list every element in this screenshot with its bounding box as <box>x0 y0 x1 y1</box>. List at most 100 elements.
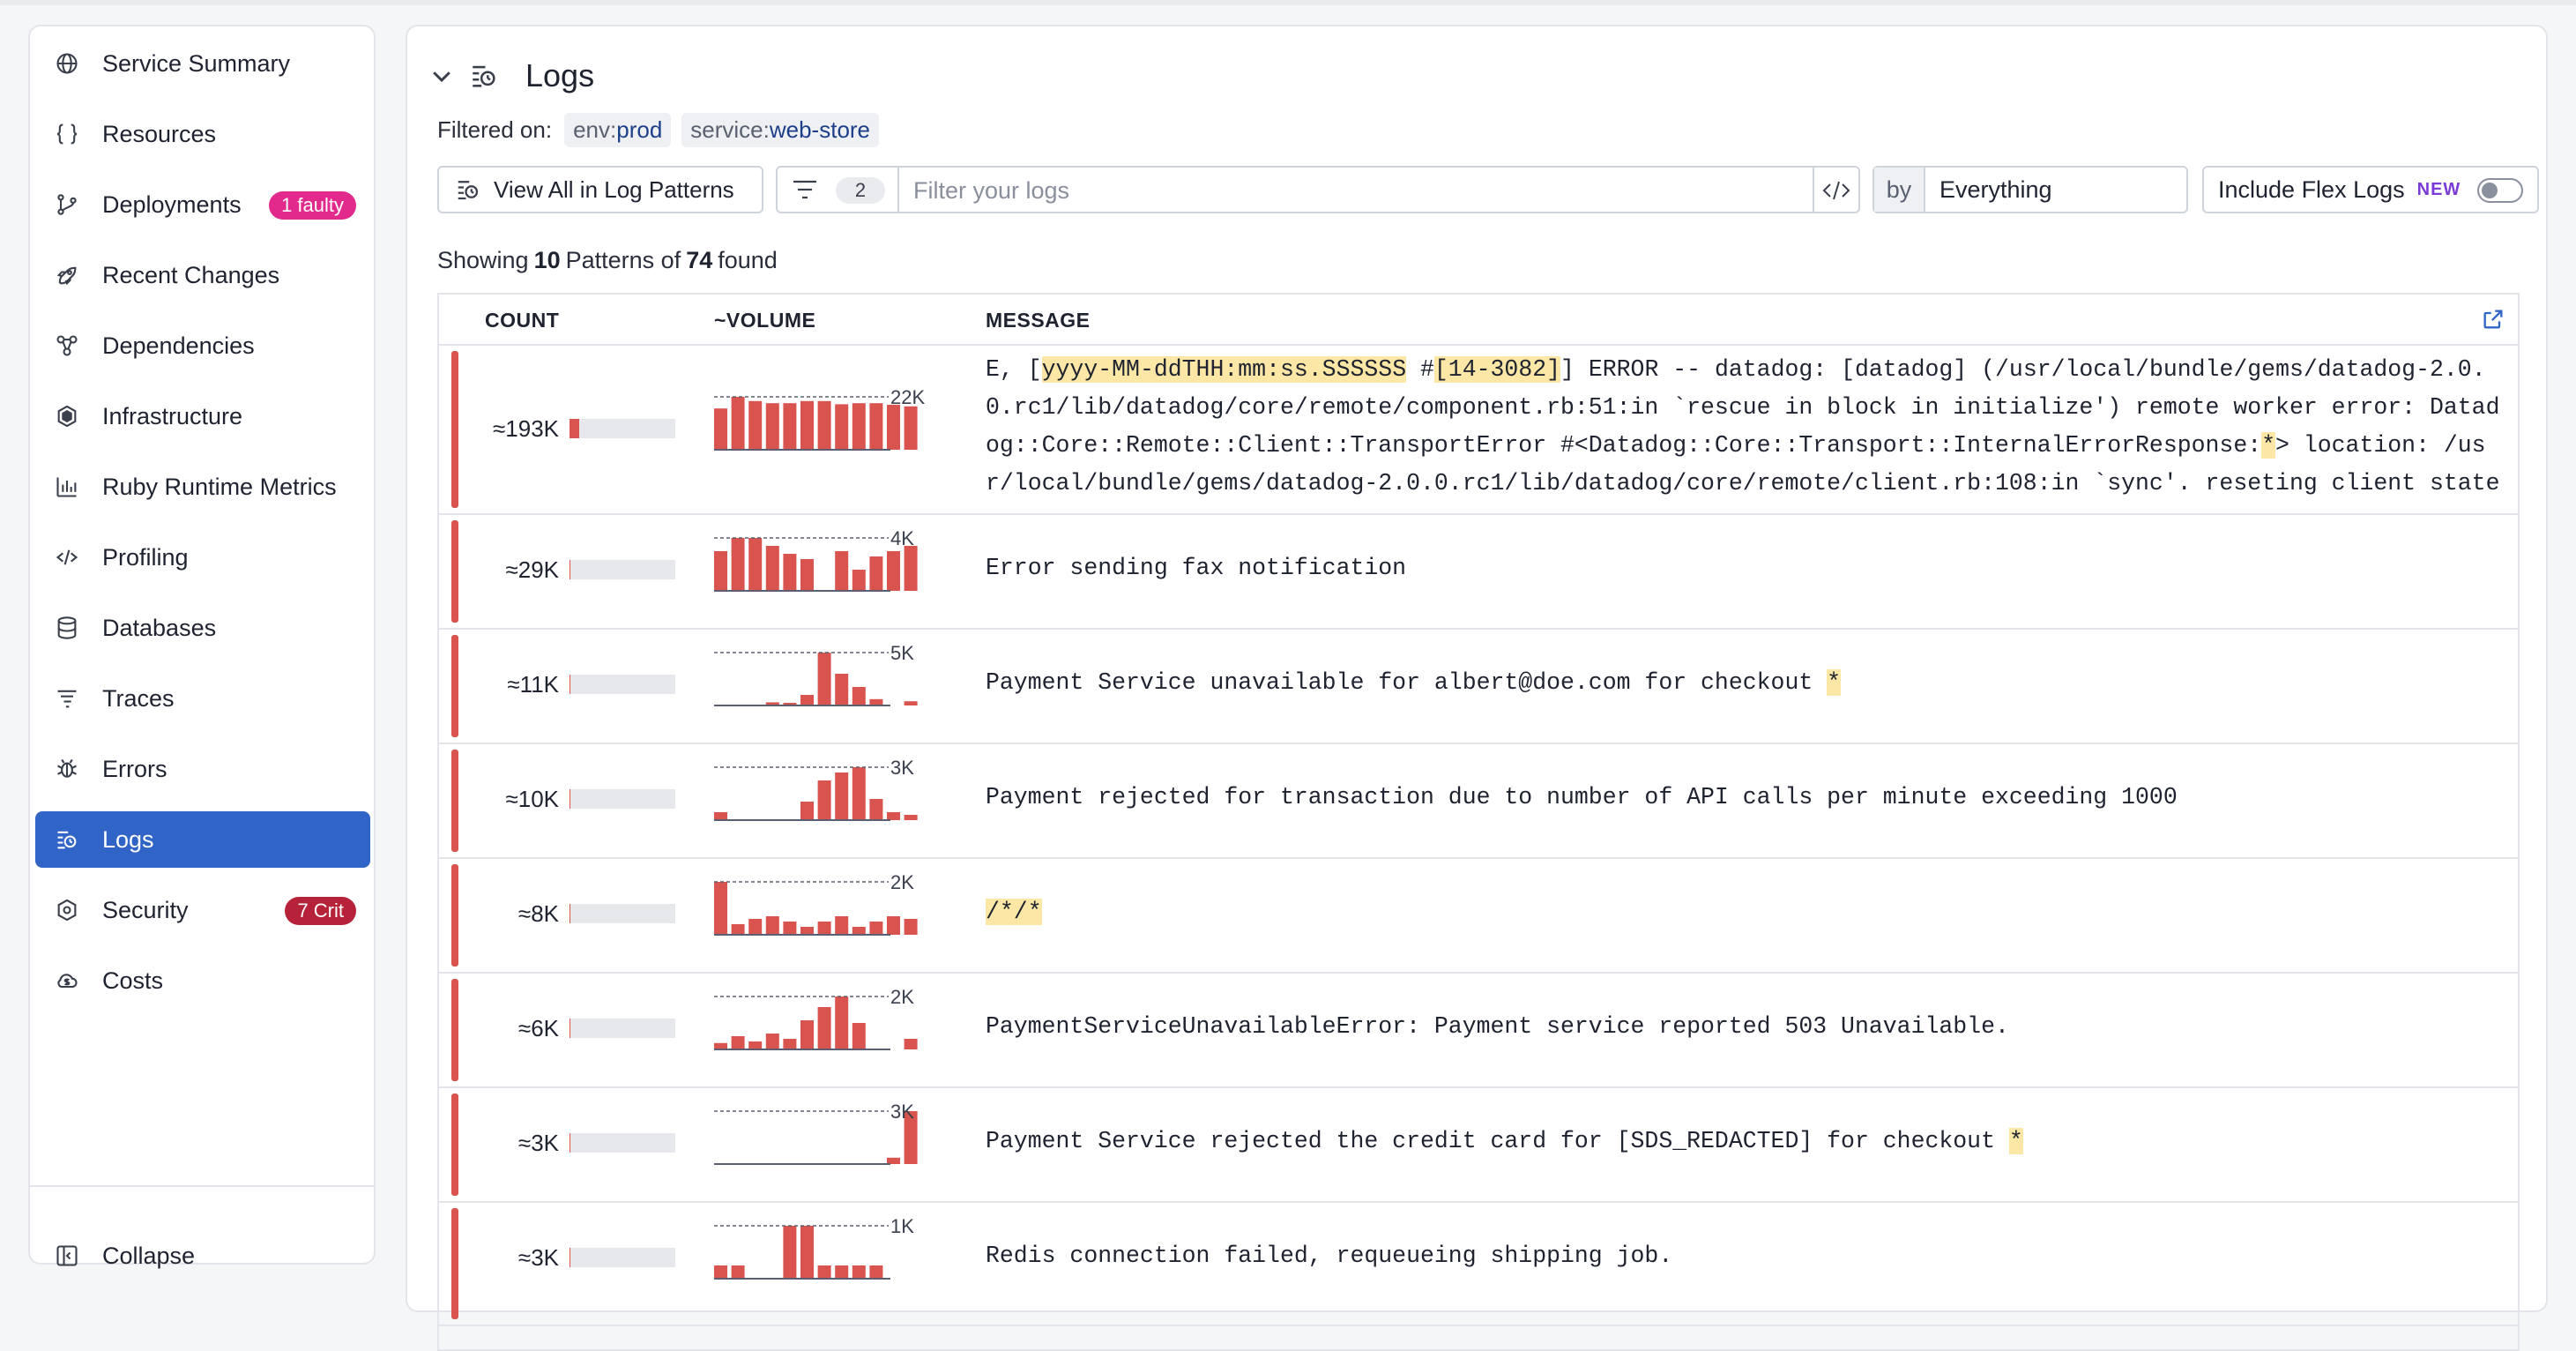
volume-sparkline[interactable]: 22K <box>714 384 952 455</box>
log-message[interactable]: Payment Service rejected the credit card… <box>986 1128 2023 1154</box>
volume-sparkline[interactable]: 2K <box>714 984 952 1055</box>
count-bar <box>570 904 675 923</box>
table-row[interactable]: ≈3K 1K Redis connection failed, requeueing… <box>439 1201 2518 1326</box>
sparkline-max-label: 4K <box>890 527 914 549</box>
volume-sparkline[interactable]: 5K <box>714 640 952 711</box>
sidebar-item-label: Dependencies <box>102 332 255 359</box>
count-bar <box>570 1019 675 1038</box>
log-search-bar: 2 <box>776 166 1860 213</box>
sidebar-item-costs[interactable]: Costs <box>35 952 370 1009</box>
count-bar <box>570 789 675 809</box>
volume-sparkline[interactable]: 2K <box>714 870 952 940</box>
pattern-count: ≈29K <box>505 556 559 583</box>
column-header-count[interactable]: COUNT <box>485 309 559 332</box>
sidebar-item-dependencies[interactable]: Dependencies <box>35 317 370 374</box>
sidebar-item-deployments[interactable]: Deployments 1 faulty <box>35 176 370 233</box>
volume-bar <box>869 1265 883 1279</box>
security-crit-badge: 7 Crit <box>285 897 356 925</box>
table-row[interactable]: ≈6K 2K PaymentServiceUnavailableError: Pay… <box>439 972 2518 1088</box>
volume-bar <box>835 1265 849 1279</box>
sidebar-item-databases[interactable]: Databases <box>35 600 370 656</box>
log-message[interactable]: Payment rejected for transaction due to … <box>986 784 2178 810</box>
table-row[interactable]: ≈10K 3K Payment rejected for transaction d… <box>439 743 2518 859</box>
flex-logs-toggle[interactable] <box>2477 178 2523 203</box>
sidebar: Service Summary Resources Deployments 1 fau… <box>28 25 376 1269</box>
chevron-down-icon[interactable] <box>428 63 455 89</box>
filter-chip-key: service: <box>690 116 770 143</box>
top-band <box>0 0 2576 5</box>
log-message[interactable]: Error sending fax notification <box>986 555 1406 581</box>
filter-icon[interactable] <box>792 178 818 201</box>
sidebar-item-security[interactable]: Security 7 Crit <box>35 882 370 938</box>
volume-bar <box>800 1020 814 1049</box>
volume-bar <box>714 1042 727 1049</box>
volume-sparkline[interactable]: 4K <box>714 526 952 596</box>
cloud-cost-icon <box>55 968 79 993</box>
pattern-wildcard: [14-3082] <box>1433 356 1561 383</box>
volume-bar <box>869 698 883 705</box>
column-header-message[interactable]: MESSAGE <box>986 309 1091 332</box>
log-message[interactable]: Payment Service unavailable for albert@d… <box>986 669 1842 696</box>
filter-chip-env[interactable]: env:prod <box>564 113 672 147</box>
column-header-volume[interactable]: ~VOLUME <box>714 309 815 332</box>
volume-bar <box>852 767 866 820</box>
view-log-patterns-button[interactable]: View All in Log Patterns <box>437 166 763 213</box>
filter-chip-key: env: <box>573 116 617 143</box>
volume-sparkline[interactable]: 3K <box>714 755 952 825</box>
sidebar-item-errors[interactable]: Errors <box>35 741 370 797</box>
volume-bar <box>748 400 763 450</box>
collapse-icon <box>55 1243 79 1268</box>
table-row[interactable]: ≈8K 2K /*/* <box>439 857 2518 974</box>
log-search-input[interactable] <box>912 173 1709 208</box>
volume-bar <box>800 927 814 935</box>
sidebar-item-label: Security <box>102 896 189 923</box>
log-message[interactable]: Redis connection failed, requeueing ship… <box>986 1243 1672 1269</box>
sidebar-item-infrastructure[interactable]: Infrastructure <box>35 388 370 444</box>
sidebar-item-profiling[interactable]: Profiling <box>35 529 370 586</box>
volume-bar <box>817 1007 831 1049</box>
table-header: COUNT ~VOLUME MESSAGE <box>439 295 2518 346</box>
pattern-count: ≈3K <box>517 1244 559 1271</box>
table-row[interactable]: ≈11K 5K Payment Service unavailable for al… <box>439 628 2518 744</box>
volume-bar <box>852 570 866 591</box>
table-row[interactable]: ≈29K 4K Error sending fax notification <box>439 513 2518 630</box>
sidebar-item-logs[interactable]: Logs <box>35 811 370 868</box>
volume-bar <box>852 1265 866 1279</box>
sidebar-item-service-summary[interactable]: Service Summary <box>35 35 370 92</box>
table-row[interactable]: ≈193K 22K E, [yyyy-MM-ddTHH:mm:ss.SSSSSS #… <box>439 344 2518 515</box>
filter-count-badge[interactable]: 2 <box>836 177 885 204</box>
message-text: E, [ <box>986 356 1042 383</box>
log-message[interactable]: E, [yyyy-MM-ddTHH:mm:ss.SSSSSS #[14-3082… <box>986 351 2502 503</box>
code-icon[interactable] <box>1821 178 1851 203</box>
code-icon <box>55 545 79 570</box>
external-link-icon[interactable] <box>2481 307 2505 332</box>
include-flex-logs-control[interactable]: Include Flex Logs NEW <box>2202 166 2539 213</box>
collapse-button[interactable]: Collapse <box>35 1231 195 1280</box>
volume-bar <box>800 559 814 591</box>
volume-bar <box>714 812 727 820</box>
volume-sparkline[interactable]: 1K <box>714 1213 952 1284</box>
deployments-faulty-badge: 1 faulty <box>269 191 356 220</box>
logs-header: Logs <box>428 53 594 99</box>
table-row[interactable]: ≈3K 3K Payment Service rejected the credit… <box>439 1086 2518 1203</box>
log-message[interactable]: /*/* <box>986 899 1042 925</box>
filter-chip-service[interactable]: service:web-store <box>681 113 880 147</box>
sidebar-item-label: Errors <box>102 755 168 782</box>
filtered-on-label: Filtered on: <box>437 116 553 143</box>
sidebar-item-recent-changes[interactable]: Recent Changes <box>35 247 370 303</box>
sidebar-item-resources[interactable]: Resources <box>35 106 370 162</box>
pattern-wildcard: yyyy-MM-ddTHH:mm:ss.SSSSSS <box>1041 356 1407 383</box>
volume-bar <box>783 1226 797 1279</box>
sidebar-item-label: Deployments <box>102 190 242 218</box>
sidebar-item-label: Costs <box>102 967 164 994</box>
volume-bar <box>731 1265 745 1279</box>
volume-bar <box>869 922 883 935</box>
volume-bar <box>887 916 900 935</box>
sidebar-item-ruby-runtime-metrics[interactable]: Ruby Runtime Metrics <box>35 459 370 515</box>
active-filters: Filtered on: env:prod service:web-store <box>437 113 890 147</box>
globe-icon <box>55 51 79 76</box>
group-by-select[interactable]: by Everything <box>1872 166 2188 213</box>
sidebar-item-traces[interactable]: Traces <box>35 670 370 727</box>
log-message[interactable]: PaymentServiceUnavailableError: Payment … <box>986 1013 2009 1040</box>
volume-sparkline[interactable]: 3K <box>714 1099 952 1169</box>
